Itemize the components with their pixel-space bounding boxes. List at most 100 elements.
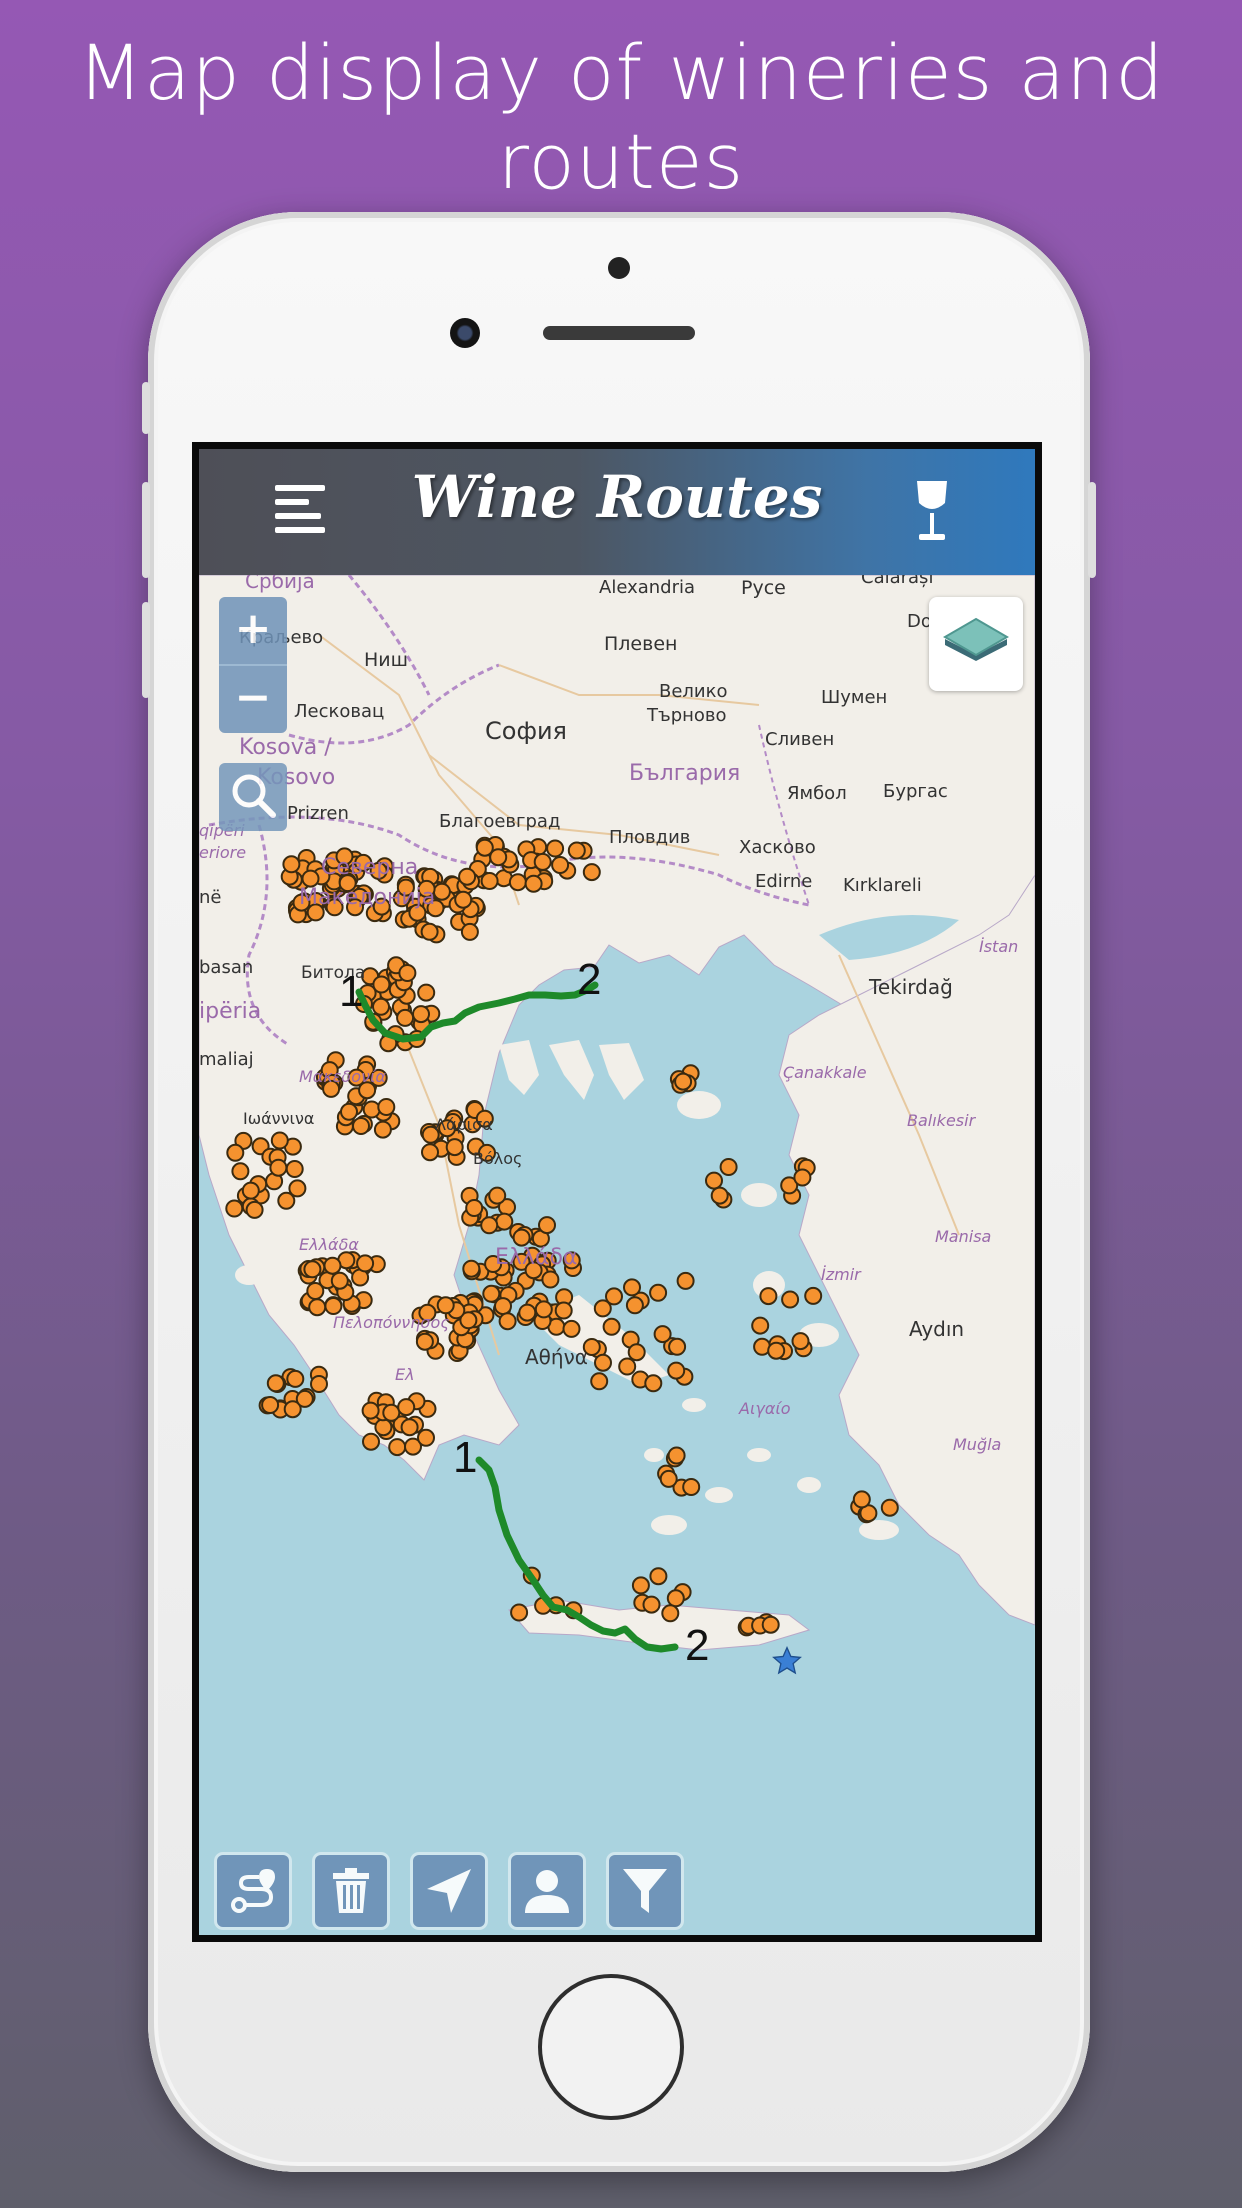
winery-marker[interactable]	[270, 1131, 289, 1150]
winery-marker[interactable]	[661, 1604, 680, 1623]
winery-marker[interactable]	[340, 1102, 358, 1121]
winery-marker[interactable]	[534, 1300, 553, 1319]
winery-marker[interactable]	[412, 1005, 430, 1024]
zoom-in-button[interactable]: +	[219, 597, 287, 664]
winery-marker[interactable]	[541, 1270, 560, 1289]
winery-marker[interactable]	[415, 1332, 434, 1351]
winery-marker[interactable]	[880, 1498, 899, 1517]
winery-marker[interactable]	[225, 1199, 244, 1218]
winery-marker[interactable]	[538, 1216, 556, 1235]
winery-marker[interactable]	[400, 1418, 419, 1437]
winery-marker[interactable]	[488, 1186, 507, 1205]
winery-marker[interactable]	[277, 1191, 296, 1210]
winery-marker[interactable]	[465, 1199, 484, 1217]
winery-marker[interactable]	[625, 1296, 644, 1315]
winery-marker[interactable]	[269, 1158, 288, 1177]
winery-marker[interactable]	[356, 1254, 375, 1273]
winery-marker[interactable]	[397, 1398, 416, 1417]
route-2-start-marker[interactable]: 1	[453, 1433, 477, 1483]
winery-marker[interactable]	[666, 1589, 685, 1608]
winery-marker[interactable]	[494, 1297, 512, 1316]
winery-marker[interactable]	[852, 1490, 871, 1509]
winery-marker[interactable]	[417, 1428, 435, 1447]
winery-marker[interactable]	[480, 872, 499, 890]
winery-marker[interactable]	[804, 1286, 823, 1305]
winery-marker[interactable]	[546, 839, 565, 858]
winery-marker[interactable]	[623, 1278, 641, 1297]
winery-marker[interactable]	[642, 1595, 661, 1614]
winery-marker[interactable]	[659, 1469, 678, 1488]
winery-marker[interactable]	[508, 873, 527, 892]
winery-marker[interactable]	[445, 1138, 464, 1157]
winery-marker[interactable]	[377, 1098, 396, 1116]
winery-marker[interactable]	[512, 1228, 531, 1247]
route-1-start-marker[interactable]: 1	[339, 967, 363, 1017]
winery-marker[interactable]	[462, 1259, 481, 1278]
winery-marker[interactable]	[382, 1403, 401, 1422]
winery-marker[interactable]	[417, 983, 436, 1002]
winery-marker[interactable]	[667, 1361, 686, 1380]
home-button[interactable]	[538, 1974, 684, 2120]
winery-marker[interactable]	[618, 1357, 637, 1376]
route-1-end-marker[interactable]: 2	[577, 955, 601, 1005]
winery-marker[interactable]	[398, 964, 417, 982]
winery-marker[interactable]	[489, 848, 508, 867]
route-button[interactable]	[217, 1855, 289, 1927]
winery-marker[interactable]	[432, 882, 451, 901]
winery-marker[interactable]	[594, 1353, 612, 1372]
winery-marker[interactable]	[324, 1297, 343, 1315]
winery-marker[interactable]	[590, 1372, 609, 1391]
winery-marker[interactable]	[330, 1271, 349, 1290]
winery-marker[interactable]	[420, 922, 439, 941]
winery-marker[interactable]	[498, 1312, 517, 1331]
winery-marker[interactable]	[396, 1008, 415, 1027]
winery-marker[interactable]	[751, 1316, 770, 1335]
winery-marker[interactable]	[303, 1260, 322, 1279]
winery-marker[interactable]	[323, 1256, 342, 1275]
winery-marker[interactable]	[241, 1181, 260, 1200]
winery-marker[interactable]	[436, 1296, 455, 1315]
winery-marker[interactable]	[627, 1343, 646, 1362]
winery-marker[interactable]	[373, 1120, 392, 1139]
winery-marker[interactable]	[593, 1299, 612, 1318]
winery-marker[interactable]	[458, 867, 477, 886]
winery-marker[interactable]	[362, 1100, 381, 1119]
winery-marker[interactable]	[582, 863, 601, 882]
winery-marker[interactable]	[524, 874, 543, 893]
winery-marker[interactable]	[362, 1432, 380, 1451]
winery-marker[interactable]	[631, 1576, 650, 1595]
winery-marker[interactable]	[767, 1341, 786, 1360]
winery-marker[interactable]	[644, 1374, 663, 1393]
winery-marker[interactable]	[567, 841, 586, 860]
winery-marker[interactable]	[667, 1446, 686, 1465]
winery-marker[interactable]	[295, 1389, 314, 1408]
winery-marker[interactable]	[480, 1216, 499, 1235]
winery-marker[interactable]	[674, 1072, 693, 1091]
winery-marker[interactable]	[518, 1303, 537, 1322]
profile-button[interactable]	[511, 1855, 583, 1927]
winery-marker[interactable]	[761, 1615, 780, 1634]
winery-marker[interactable]	[719, 1158, 738, 1176]
winery-marker[interactable]	[286, 1369, 305, 1388]
winery-marker[interactable]	[676, 1271, 695, 1290]
winery-marker[interactable]	[372, 997, 390, 1016]
winery-marker[interactable]	[245, 1200, 264, 1219]
winery-marker[interactable]	[261, 1396, 280, 1414]
winery-marker[interactable]	[602, 1317, 621, 1336]
winery-marker[interactable]	[551, 856, 570, 874]
winery-marker[interactable]	[533, 852, 552, 871]
winery-marker[interactable]	[759, 1287, 778, 1306]
winery-marker[interactable]	[388, 1438, 407, 1457]
winery-marker[interactable]	[352, 1117, 370, 1135]
selected-winery-star-icon[interactable]	[771, 1645, 803, 1677]
winery-marker[interactable]	[781, 1290, 800, 1309]
winery-marker[interactable]	[421, 1143, 439, 1162]
winery-marker[interactable]	[460, 922, 479, 941]
winery-marker[interactable]	[266, 1374, 285, 1393]
winery-marker[interactable]	[668, 1337, 687, 1356]
winery-marker[interactable]	[649, 1283, 668, 1302]
map-view[interactable]: Србија Краљево Ниш Лесковац Kosova / Kos…	[199, 575, 1035, 1935]
winery-marker[interactable]	[649, 1567, 668, 1586]
route-2-end-marker[interactable]: 2	[685, 1621, 709, 1671]
winery-marker[interactable]	[562, 1319, 581, 1338]
